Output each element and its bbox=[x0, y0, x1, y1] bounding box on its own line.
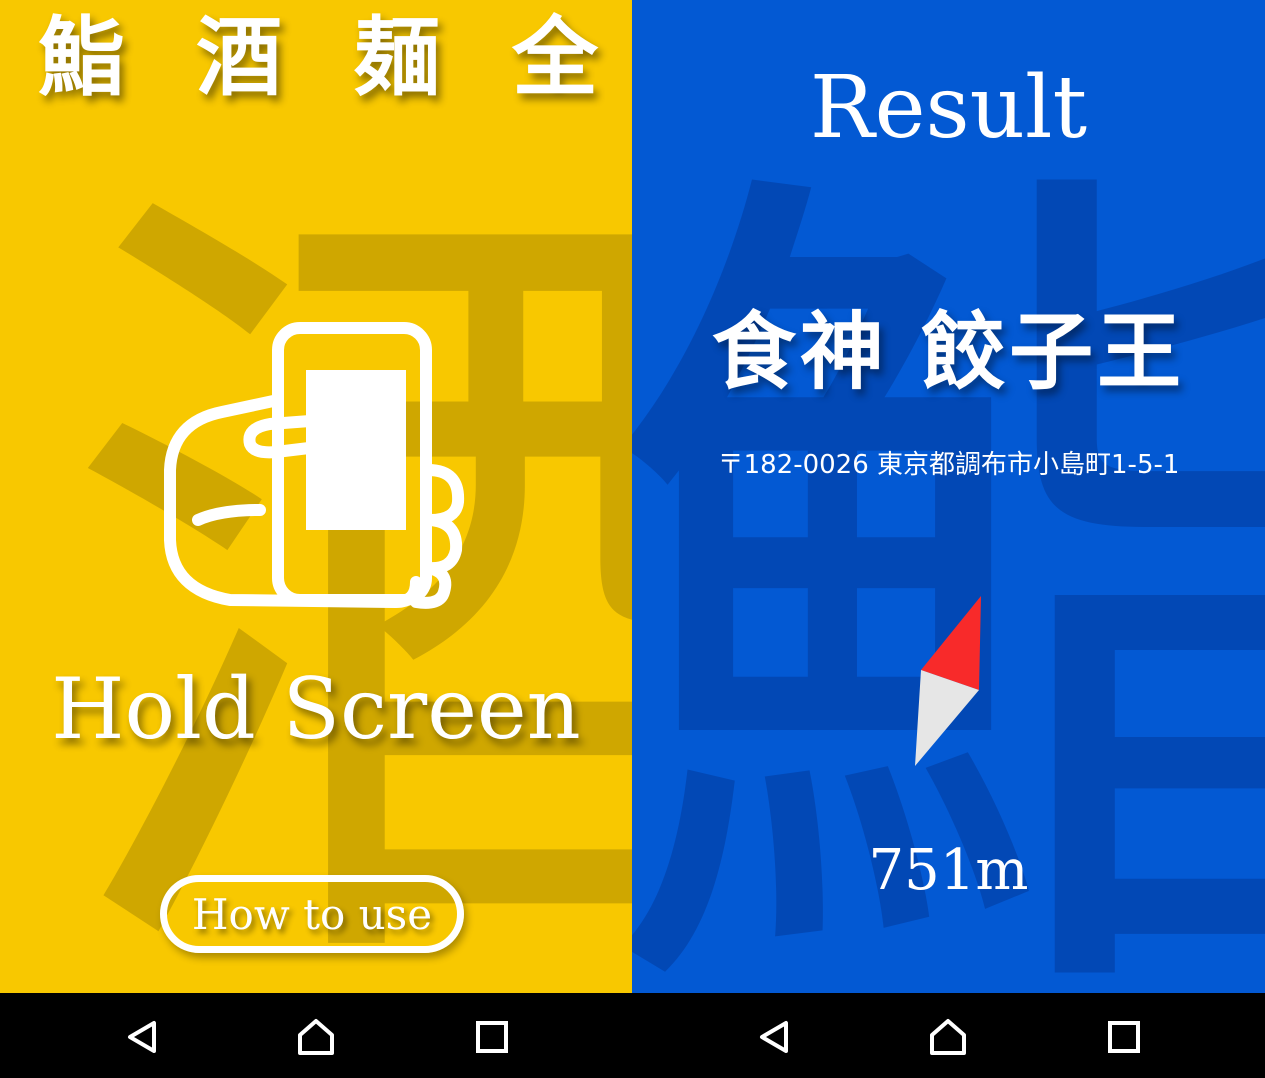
tab-noodles[interactable]: 麺 bbox=[354, 8, 440, 108]
category-tabs: 鮨 酒 麺 全 bbox=[0, 8, 632, 108]
tab-all[interactable]: 全 bbox=[512, 8, 598, 108]
tab-sushi[interactable]: 鮨 bbox=[38, 8, 124, 108]
shop-address: 〒182-0026 東京都調布市小島町1-5-1 bbox=[717, 450, 1180, 480]
distance-label: 751m bbox=[868, 838, 1029, 903]
result-screen: 鮨 Result 食神 餃子王 〒182-0026 東京都調布市小島町1-5-1… bbox=[632, 0, 1265, 993]
tab-sake[interactable]: 酒 bbox=[196, 8, 282, 108]
home-screen[interactable]: 酒 鮨 酒 麺 全 Hold Screen How to use bbox=[0, 0, 632, 993]
recents-icon[interactable] bbox=[1102, 1015, 1146, 1059]
how-to-use-button[interactable]: How to use bbox=[160, 875, 464, 953]
back-icon[interactable] bbox=[752, 1015, 796, 1059]
home-icon[interactable] bbox=[294, 1015, 338, 1059]
navigation-bar-left bbox=[0, 993, 632, 1078]
hold-screen-label: Hold Screen bbox=[51, 660, 581, 758]
page-title: Result bbox=[809, 58, 1088, 158]
back-icon[interactable] bbox=[120, 1015, 164, 1059]
home-icon[interactable] bbox=[926, 1015, 970, 1059]
recents-icon[interactable] bbox=[470, 1015, 514, 1059]
navigation-bar-right bbox=[632, 993, 1265, 1078]
shop-name: 食神 餃子王 bbox=[711, 303, 1186, 401]
hand-holding-phone-icon bbox=[164, 322, 465, 609]
compass-needle-icon bbox=[915, 596, 981, 766]
